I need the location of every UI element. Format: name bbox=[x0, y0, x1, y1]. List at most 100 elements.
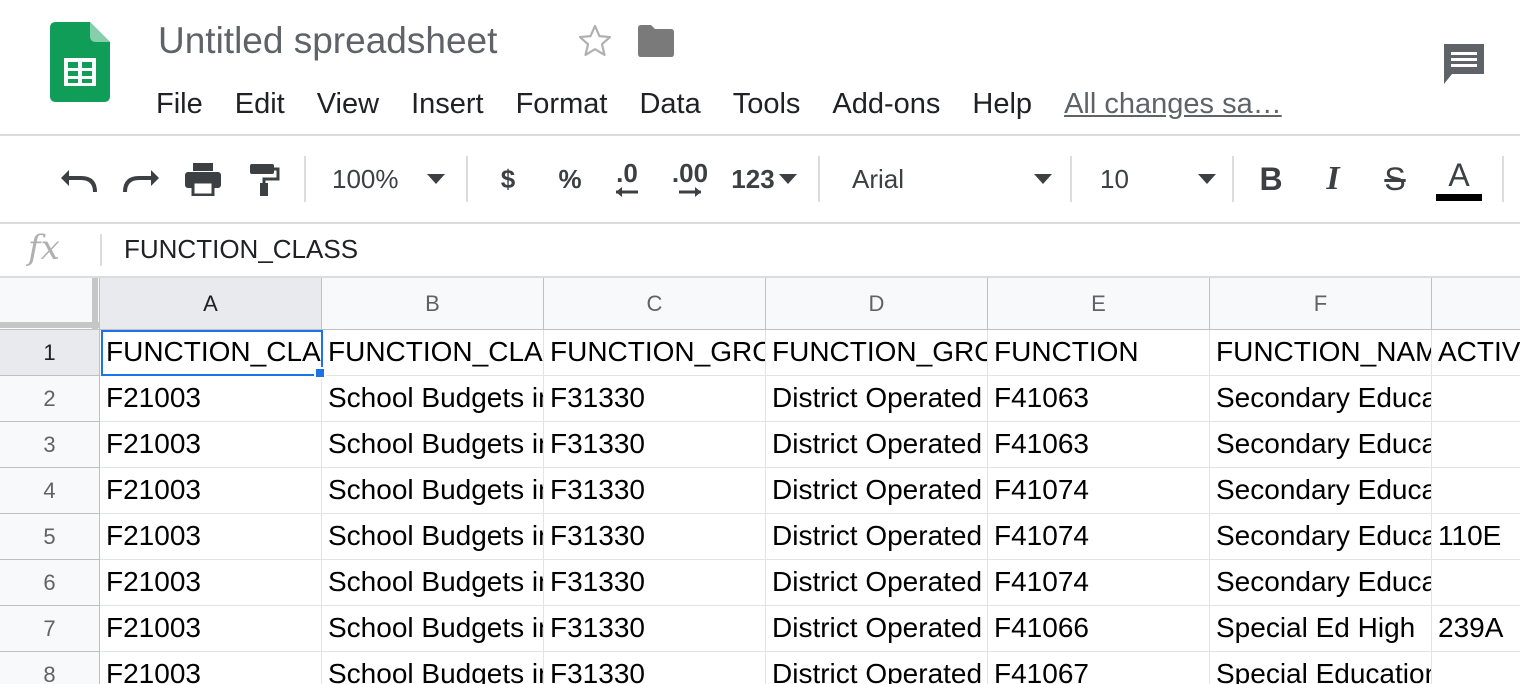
cell-b6[interactable]: School Budgets in bbox=[322, 560, 544, 606]
cell-a3[interactable]: F21003 bbox=[100, 422, 322, 468]
zoom-select[interactable]: 100% bbox=[332, 136, 456, 222]
cell-a6[interactable]: F21003 bbox=[100, 560, 322, 606]
cell-a1[interactable]: FUNCTION_CLASS bbox=[100, 330, 322, 376]
cell-f6[interactable]: Secondary Education bbox=[1210, 560, 1432, 606]
cell-b5[interactable]: School Budgets in bbox=[322, 514, 544, 560]
row-header[interactable]: 7 bbox=[0, 606, 100, 652]
cell-f5[interactable]: Secondary Education bbox=[1210, 514, 1432, 560]
cell-e7[interactable]: F41066 bbox=[988, 606, 1210, 652]
cell-e6[interactable]: F41074 bbox=[988, 560, 1210, 606]
strikethrough-button[interactable]: S bbox=[1376, 136, 1414, 222]
menu-edit[interactable]: Edit bbox=[219, 88, 301, 121]
freeze-row-handle[interactable] bbox=[0, 322, 100, 328]
cell-c5[interactable]: F31330 bbox=[544, 514, 766, 560]
cell-b1[interactable]: FUNCTION_CLASS_NAME bbox=[322, 330, 544, 376]
increase-decimal-button[interactable]: .00 bbox=[666, 136, 714, 222]
decrease-decimal-button[interactable]: .0 bbox=[604, 136, 650, 222]
column-header-d[interactable]: D bbox=[766, 278, 988, 330]
star-icon[interactable] bbox=[576, 22, 614, 60]
font-size-select[interactable]: 10 bbox=[1100, 136, 1216, 222]
cell-d8[interactable]: District Operated bbox=[766, 652, 988, 684]
redo-button[interactable] bbox=[118, 136, 164, 222]
more-formats-button[interactable]: 123 bbox=[728, 136, 800, 222]
cell-c7[interactable]: F31330 bbox=[544, 606, 766, 652]
paint-format-button[interactable] bbox=[244, 136, 284, 222]
cell-c8[interactable]: F31330 bbox=[544, 652, 766, 684]
cell-e8[interactable]: F41067 bbox=[988, 652, 1210, 684]
cell-g8[interactable] bbox=[1432, 652, 1520, 684]
cell-c6[interactable]: F31330 bbox=[544, 560, 766, 606]
column-header-a[interactable]: A bbox=[100, 278, 322, 330]
row-header[interactable]: 1 bbox=[0, 330, 100, 376]
cell-g5[interactable]: 110E bbox=[1432, 514, 1520, 560]
cell-a8[interactable]: F21003 bbox=[100, 652, 322, 684]
cell-f1[interactable]: FUNCTION_NAME bbox=[1210, 330, 1432, 376]
cell-c4[interactable]: F31330 bbox=[544, 468, 766, 514]
cell-g1[interactable]: ACTIVITY bbox=[1432, 330, 1520, 376]
cell-e4[interactable]: F41074 bbox=[988, 468, 1210, 514]
row-header[interactable]: 5 bbox=[0, 514, 100, 560]
cell-b2[interactable]: School Budgets in bbox=[322, 376, 544, 422]
currency-format-button[interactable]: $ bbox=[490, 136, 526, 222]
column-header-f[interactable]: F bbox=[1210, 278, 1432, 330]
row-header[interactable]: 3 bbox=[0, 422, 100, 468]
cell-f7[interactable]: Special Ed High bbox=[1210, 606, 1432, 652]
row-header[interactable]: 2 bbox=[0, 376, 100, 422]
cell-a5[interactable]: F21003 bbox=[100, 514, 322, 560]
cell-f8[interactable]: Special Education bbox=[1210, 652, 1432, 684]
cell-g7[interactable]: 239A bbox=[1432, 606, 1520, 652]
sheets-logo-icon[interactable] bbox=[50, 22, 110, 102]
cell-a2[interactable]: F21003 bbox=[100, 376, 322, 422]
cell-d7[interactable]: District Operated bbox=[766, 606, 988, 652]
font-select[interactable]: Arial bbox=[852, 136, 1052, 222]
menu-tools[interactable]: Tools bbox=[717, 88, 817, 121]
save-status-link[interactable]: All changes sa… bbox=[1064, 88, 1282, 121]
cell-g6[interactable] bbox=[1432, 560, 1520, 606]
cell-e2[interactable]: F41063 bbox=[988, 376, 1210, 422]
text-color-button[interactable]: A bbox=[1436, 136, 1482, 222]
menu-data[interactable]: Data bbox=[623, 88, 716, 121]
cell-g3[interactable] bbox=[1432, 422, 1520, 468]
cell-e1[interactable]: FUNCTION bbox=[988, 330, 1210, 376]
column-header-e[interactable]: E bbox=[988, 278, 1210, 330]
document-title[interactable]: Untitled spreadsheet bbox=[158, 20, 497, 62]
formula-input[interactable]: FUNCTION_CLASS bbox=[124, 234, 358, 265]
cell-g4[interactable] bbox=[1432, 468, 1520, 514]
cell-e5[interactable]: F41074 bbox=[988, 514, 1210, 560]
menu-format[interactable]: Format bbox=[500, 88, 624, 121]
cell-e3[interactable]: F41063 bbox=[988, 422, 1210, 468]
bold-button[interactable]: B bbox=[1252, 136, 1290, 222]
cell-d6[interactable]: District Operated bbox=[766, 560, 988, 606]
cell-d1[interactable]: FUNCTION_GROUP_NAME bbox=[766, 330, 988, 376]
cell-b8[interactable]: School Budgets in bbox=[322, 652, 544, 684]
comments-icon[interactable] bbox=[1440, 40, 1488, 88]
menu-help[interactable]: Help bbox=[956, 88, 1048, 121]
cell-g2[interactable] bbox=[1432, 376, 1520, 422]
folder-icon[interactable] bbox=[636, 24, 676, 58]
column-header-b[interactable]: B bbox=[322, 278, 544, 330]
menu-add-ons[interactable]: Add-ons bbox=[816, 88, 956, 121]
cell-f3[interactable]: Secondary Education bbox=[1210, 422, 1432, 468]
cell-b3[interactable]: School Budgets in bbox=[322, 422, 544, 468]
undo-button[interactable] bbox=[56, 136, 102, 222]
cell-f2[interactable]: Secondary Education bbox=[1210, 376, 1432, 422]
row-header[interactable]: 8 bbox=[0, 652, 100, 684]
fill-handle[interactable] bbox=[314, 367, 326, 379]
cell-b7[interactable]: School Budgets in bbox=[322, 606, 544, 652]
menu-insert[interactable]: Insert bbox=[395, 88, 500, 121]
menu-file[interactable]: File bbox=[140, 88, 219, 121]
cell-c1[interactable]: FUNCTION_GROUP bbox=[544, 330, 766, 376]
row-header[interactable]: 6 bbox=[0, 560, 100, 606]
column-header-c[interactable]: C bbox=[544, 278, 766, 330]
cell-d5[interactable]: District Operated bbox=[766, 514, 988, 560]
cell-d2[interactable]: District Operated bbox=[766, 376, 988, 422]
row-header[interactable]: 4 bbox=[0, 468, 100, 514]
cell-a4[interactable]: F21003 bbox=[100, 468, 322, 514]
italic-button[interactable]: I bbox=[1314, 136, 1352, 222]
cell-f4[interactable]: Secondary Education bbox=[1210, 468, 1432, 514]
cell-d4[interactable]: District Operated bbox=[766, 468, 988, 514]
menu-view[interactable]: View bbox=[301, 88, 395, 121]
cell-b4[interactable]: School Budgets in bbox=[322, 468, 544, 514]
column-header-g[interactable]: G bbox=[1432, 278, 1520, 330]
cell-a7[interactable]: F21003 bbox=[100, 606, 322, 652]
